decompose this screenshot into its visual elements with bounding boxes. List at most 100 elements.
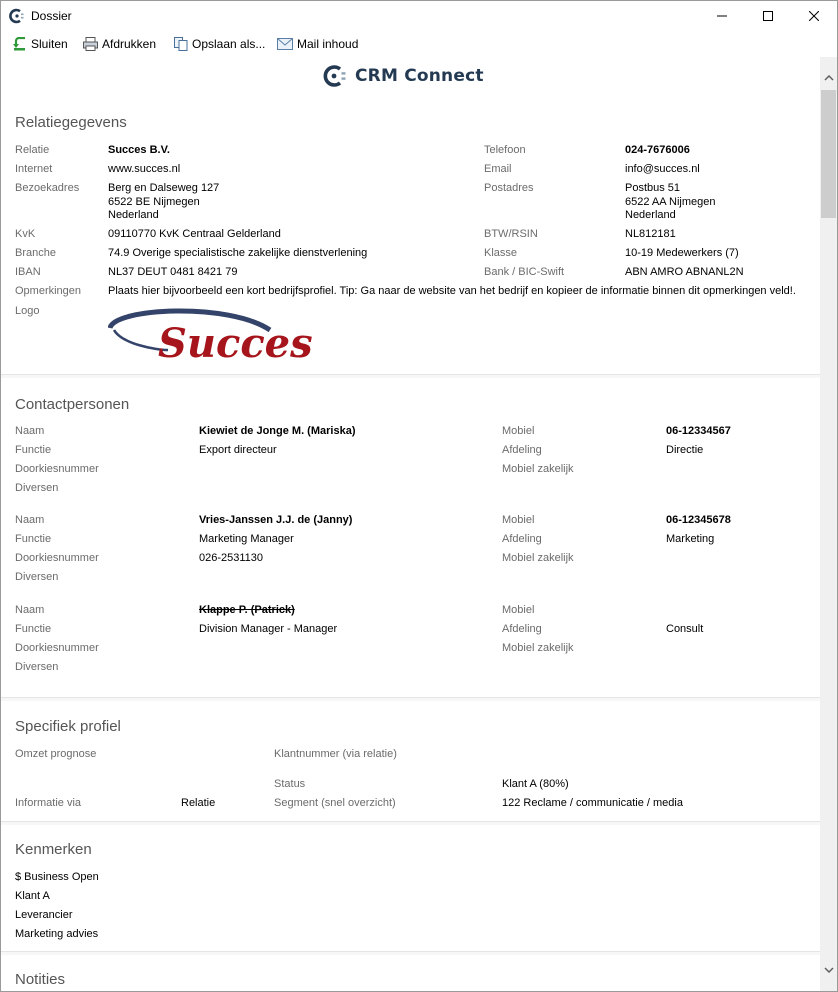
save-as-label: Opslaan als... <box>192 37 266 51</box>
contact-afdeling-value: Directie <box>666 444 704 456</box>
crm-connect-app-icon <box>9 8 24 24</box>
kenmerk-item: $ Business Open <box>15 871 99 883</box>
back-arrow-icon <box>13 37 25 51</box>
contact-functie-value: Marketing Manager <box>199 533 294 545</box>
close-dossier-label: Sluiten <box>31 37 68 51</box>
contact-mobiel-zakelijk-label: Mobiel zakelijk <box>502 642 574 654</box>
kenmerken-section-title: Kenmerken <box>15 841 92 858</box>
klantnummer-label: Klantnummer (via relatie) <box>274 748 397 760</box>
contact-mobiel-label: Mobiel <box>502 425 535 437</box>
window-title: Dossier <box>31 9 72 23</box>
contact-doorkiesnummer-label: Doorkiesnummer <box>15 642 99 654</box>
btw-label: BTW/RSIN <box>484 228 538 240</box>
kvk-value: 09110770 KvK Centraal Gelderland <box>108 228 281 240</box>
notities-section-title: Notities <box>15 971 66 988</box>
postadres-line: Postbus 51 <box>625 182 681 194</box>
informatie-via-value: Relatie <box>181 797 216 809</box>
print-button[interactable]: Afdrukken <box>83 35 156 53</box>
section-divider <box>1 951 820 955</box>
contact-doorkiesnummer-value[interactable]: 026-2531130 <box>199 552 263 566</box>
contact-mobiel-value[interactable]: 06-12334567 <box>666 425 731 439</box>
segment-label: Segment (snel overzicht) <box>274 797 396 809</box>
scroll-down-button[interactable] <box>820 961 837 978</box>
status-value: Klant A (80%) <box>502 778 569 790</box>
toolbar: Sluiten Afdrukken Opslaan als... Mail in… <box>1 31 837 57</box>
mail-content-button[interactable]: Mail inhoud <box>277 35 358 53</box>
dossier-content: CRM Connect Relatiegegevens Relatie Succ… <box>1 57 820 991</box>
contact-naam-label: Naam <box>15 425 45 437</box>
email-label: Email <box>484 163 512 175</box>
contact-mobiel-value[interactable]: 06-12345678 <box>666 514 731 528</box>
bank-value: ABN AMRO ABNANL2N <box>625 266 744 278</box>
postadres-line: Nederland <box>625 209 676 221</box>
btw-value: NL812181 <box>625 228 676 240</box>
contact-doorkiesnummer-label: Doorkiesnummer <box>15 552 99 564</box>
profile-section-title: Specifiek profiel <box>15 718 121 735</box>
contact-diversen-label: Diversen <box>15 571 59 583</box>
scroll-thumb[interactable] <box>821 90 836 218</box>
vertical-scrollbar[interactable] <box>820 57 837 991</box>
informatie-via-label: Informatie via <box>15 797 82 809</box>
klasse-value: 10-19 Medewerkers (7) <box>625 247 739 259</box>
internet-value[interactable]: www.succes.nl <box>108 163 180 177</box>
minimize-button[interactable] <box>699 1 745 31</box>
crm-connect-logo-text: CRM Connect <box>355 66 484 86</box>
iban-label: IBAN <box>15 266 41 278</box>
close-dossier-button[interactable]: Sluiten <box>13 35 68 53</box>
opmerkingen-label: Opmerkingen <box>15 285 82 297</box>
email-value[interactable]: info@succes.nl <box>625 163 700 177</box>
contact-mobiel-zakelijk-label: Mobiel zakelijk <box>502 552 574 564</box>
telefoon-value[interactable]: 024-7676006 <box>625 144 690 158</box>
section-divider <box>1 821 820 825</box>
contact-naam-value[interactable]: Kiewiet de Jonge M. (Mariska) <box>199 425 355 439</box>
contact-naam-value[interactable]: Vries-Janssen J.J. de (Janny) <box>199 514 352 528</box>
title-bar: Dossier <box>1 1 837 31</box>
branche-value: 74.9 Overige specialistische zakelijke d… <box>108 247 368 259</box>
dossier-window: Dossier Sluiten Afdrukken Opslaan als...… <box>0 0 838 992</box>
contact-afdeling-value: Marketing <box>666 533 715 545</box>
mail-content-label: Mail inhoud <box>297 37 359 51</box>
relatie-value: Succes B.V. <box>108 144 170 156</box>
postadres-line: 6522 AA Nijmegen <box>625 195 716 208</box>
contact-functie-label: Functie <box>15 533 52 545</box>
section-divider <box>1 697 820 701</box>
bezoekadres-line: Nederland <box>108 209 159 221</box>
contact-diversen-label: Diversen <box>15 661 59 673</box>
close-button[interactable] <box>791 1 837 31</box>
contact-afdeling-label: Afdeling <box>502 533 542 545</box>
contact-afdeling-label: Afdeling <box>502 444 542 456</box>
postadres-value: Postbus 51 6522 AA Nijmegen Nederland <box>625 182 716 223</box>
postadres-label: Postadres <box>484 182 534 194</box>
omzet-prognose-label: Omzet prognose <box>15 748 97 760</box>
contact-diversen-label: Diversen <box>15 482 59 494</box>
maximize-icon <box>763 11 773 21</box>
contact-functie-label: Functie <box>15 623 52 635</box>
contact-afdeling-value: Consult <box>666 623 704 635</box>
contact-mobiel-zakelijk-label: Mobiel zakelijk <box>502 463 574 475</box>
bezoekadres-line: Berg en Dalseweg 127 <box>108 182 220 194</box>
contact-naam-label: Naam <box>15 514 45 526</box>
crm-connect-logo: CRM Connect <box>323 63 484 89</box>
succes-logo-text: Succes <box>158 320 313 362</box>
contact-functie-value: Export directeur <box>199 444 277 456</box>
maximize-button[interactable] <box>745 1 791 31</box>
printer-icon <box>83 37 98 51</box>
relation-section-title: Relatiegegevens <box>15 114 127 131</box>
contact-mobiel-label: Mobiel <box>502 604 535 616</box>
minimize-icon <box>717 15 727 17</box>
contact-afdeling-label: Afdeling <box>502 623 542 635</box>
print-label: Afdrukken <box>102 37 157 51</box>
chevron-up-icon <box>823 74 834 81</box>
contact-naam-value-inactive[interactable]: Klappe P. (Patrick) <box>199 604 295 618</box>
iban-value: NL37 DEUT 0481 8421 79 <box>108 266 238 278</box>
succes-company-logo: Succes <box>108 308 313 362</box>
contact-functie-value: Division Manager - Manager <box>199 623 338 635</box>
status-label: Status <box>274 778 306 790</box>
save-as-button[interactable]: Opslaan als... <box>174 35 265 53</box>
scroll-up-button[interactable] <box>820 69 837 86</box>
contacts-section-title: Contactpersonen <box>15 396 130 413</box>
copy-document-icon <box>174 37 188 51</box>
bank-label: Bank / BIC-Swift <box>484 266 565 278</box>
section-divider <box>1 374 820 378</box>
opmerkingen-value: Plaats hier bijvoorbeeld een kort bedrij… <box>108 285 796 297</box>
